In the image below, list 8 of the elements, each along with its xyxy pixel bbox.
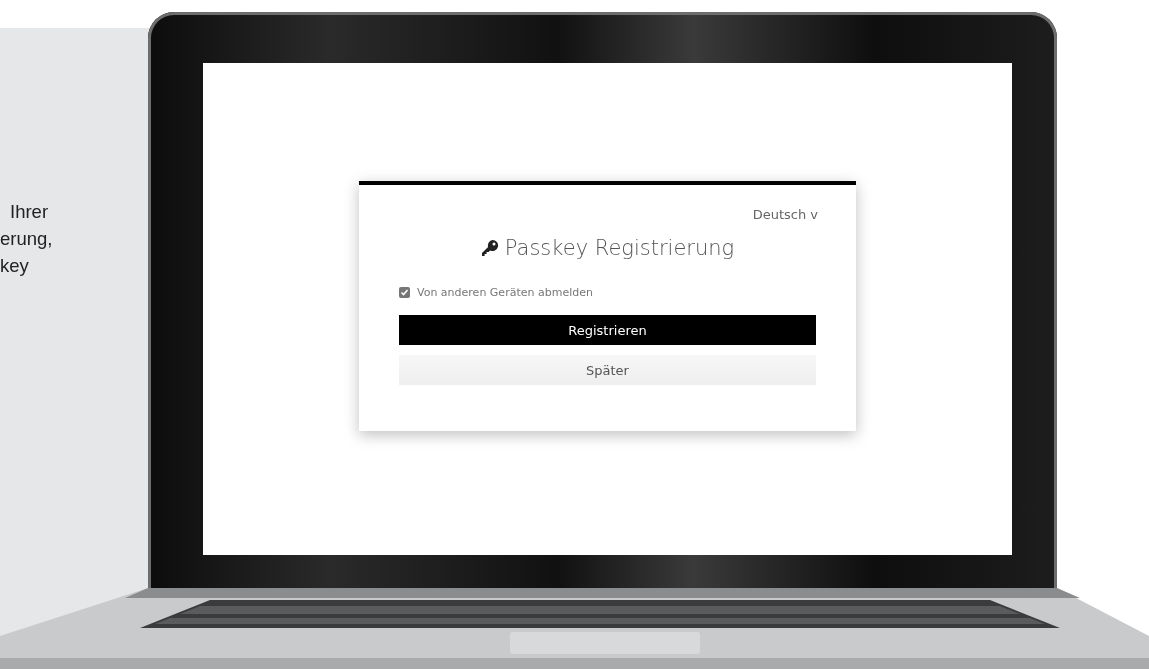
- checkbox-label[interactable]: Von anderen Geräten abmelden: [417, 286, 593, 299]
- key-icon: [480, 239, 499, 257]
- card-title: Passkey Registrierung: [504, 236, 735, 260]
- intro-paragraph: Ihrer erung, key: [0, 200, 53, 278]
- language-selector[interactable]: Deutsch v: [752, 207, 818, 222]
- register-button[interactable]: Registrieren: [399, 315, 816, 345]
- checkbox[interactable]: [399, 287, 410, 298]
- later-button[interactable]: Später: [399, 355, 816, 385]
